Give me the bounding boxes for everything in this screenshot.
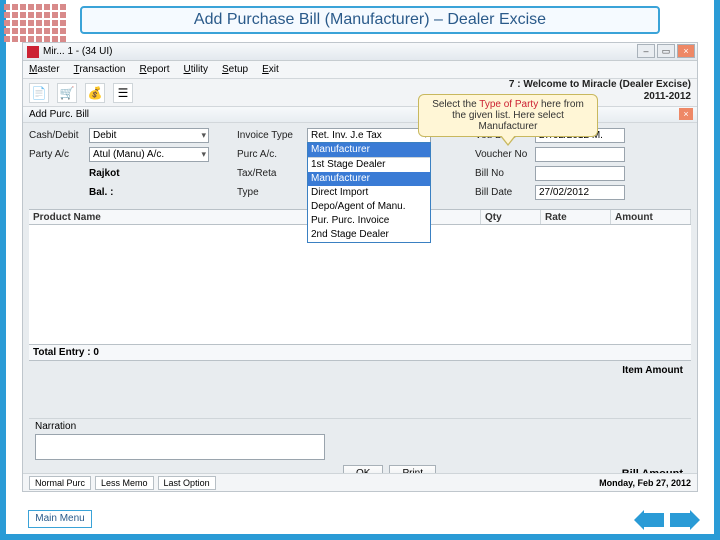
status-less-memo[interactable]: Less Memo: [95, 476, 154, 490]
taxreta-label: Tax/Reta: [237, 168, 307, 179]
close-button[interactable]: ×: [677, 44, 695, 58]
app-icon: [27, 46, 39, 58]
party-label: Party A/c: [29, 149, 89, 160]
cash-debit-select[interactable]: Debit: [89, 128, 209, 143]
decorative-dots: [4, 4, 66, 42]
bill-no-label: Bill No: [475, 168, 535, 179]
cash-debit-label: Cash/Debit: [29, 130, 89, 141]
col-amount: Amount: [611, 210, 691, 224]
type-option[interactable]: 1st Stage Dealer: [308, 158, 430, 172]
window-titlebar: Mir... 1 - (34 UI) – ▭ ×: [23, 43, 697, 61]
vou-no-label: Voucher No: [475, 149, 535, 160]
type-option[interactable]: Direct Import: [308, 186, 430, 200]
bag-icon[interactable]: 💰: [85, 83, 105, 103]
menu-master[interactable]: Master: [29, 64, 60, 75]
grid-body[interactable]: [29, 225, 691, 345]
col-qty: Qty: [481, 210, 541, 224]
invoice-type-label: Invoice Type: [237, 130, 307, 141]
type-dropdown-list: 1st Stage Dealer Manufacturer Direct Imp…: [308, 157, 430, 242]
type-label: Type: [237, 187, 307, 198]
narration-label: Narration: [35, 421, 685, 432]
menu-utility[interactable]: Utility: [184, 64, 208, 75]
maximize-button[interactable]: ▭: [657, 44, 675, 58]
city-value: Rajkot: [89, 168, 120, 179]
cart-icon[interactable]: 🛒: [57, 83, 77, 103]
type-option[interactable]: 2nd Stage Dealer: [308, 228, 430, 242]
minimize-button[interactable]: –: [637, 44, 655, 58]
total-entry: Total Entry : 0: [29, 345, 691, 360]
balance-label: Bal. :: [89, 187, 113, 198]
help-callout: Select the Type of Party here from the g…: [418, 94, 598, 137]
status-last-option[interactable]: Last Option: [158, 476, 216, 490]
menubar: Master Transaction Report Utility Setup …: [23, 61, 697, 79]
menu-setup[interactable]: Setup: [222, 64, 248, 75]
bill-date-label: Bill Date: [475, 187, 535, 198]
statusbar: Normal Purc Less Memo Last Option Monday…: [23, 473, 697, 491]
subwindow-close-icon[interactable]: ×: [679, 108, 693, 120]
status-normal-purc[interactable]: Normal Purc: [29, 476, 91, 490]
bill-date-input[interactable]: 27/02/2012: [535, 185, 625, 200]
narration-input[interactable]: [35, 434, 325, 460]
type-option[interactable]: Pur. Purc. Invoice: [308, 214, 430, 228]
type-option[interactable]: Manufacturer: [308, 172, 430, 186]
purc-label: Purc A/c.: [237, 149, 307, 160]
prev-arrow-icon[interactable]: [634, 510, 664, 530]
status-date: Monday, Feb 27, 2012: [599, 478, 691, 488]
menu-exit[interactable]: Exit: [262, 64, 279, 75]
bill-no-input[interactable]: [535, 166, 625, 181]
type-option[interactable]: Depo/Agent of Manu.: [308, 200, 430, 214]
party-select[interactable]: Atul (Manu) A/c.: [89, 147, 209, 162]
item-amount-label: Item Amount: [29, 361, 691, 419]
col-rate: Rate: [541, 210, 611, 224]
menu-report[interactable]: Report: [139, 64, 169, 75]
page-title: Add Purchase Bill (Manufacturer) – Deale…: [80, 6, 660, 34]
type-selected[interactable]: Manufacturer: [308, 143, 430, 157]
menu-transaction[interactable]: Transaction: [74, 64, 126, 75]
vou-no-input[interactable]: [535, 147, 625, 162]
invoice-type-select[interactable]: Ret. Inv. J.e Tax: [307, 128, 431, 143]
window-title: Mir... 1 - (34 UI): [43, 46, 112, 57]
main-menu-button[interactable]: Main Menu: [28, 510, 92, 528]
list-icon[interactable]: ☰: [113, 83, 133, 103]
type-select[interactable]: Manufacturer 1st Stage Dealer Manufactur…: [307, 142, 431, 243]
next-arrow-icon[interactable]: [670, 510, 700, 530]
new-doc-icon[interactable]: 📄: [29, 83, 49, 103]
